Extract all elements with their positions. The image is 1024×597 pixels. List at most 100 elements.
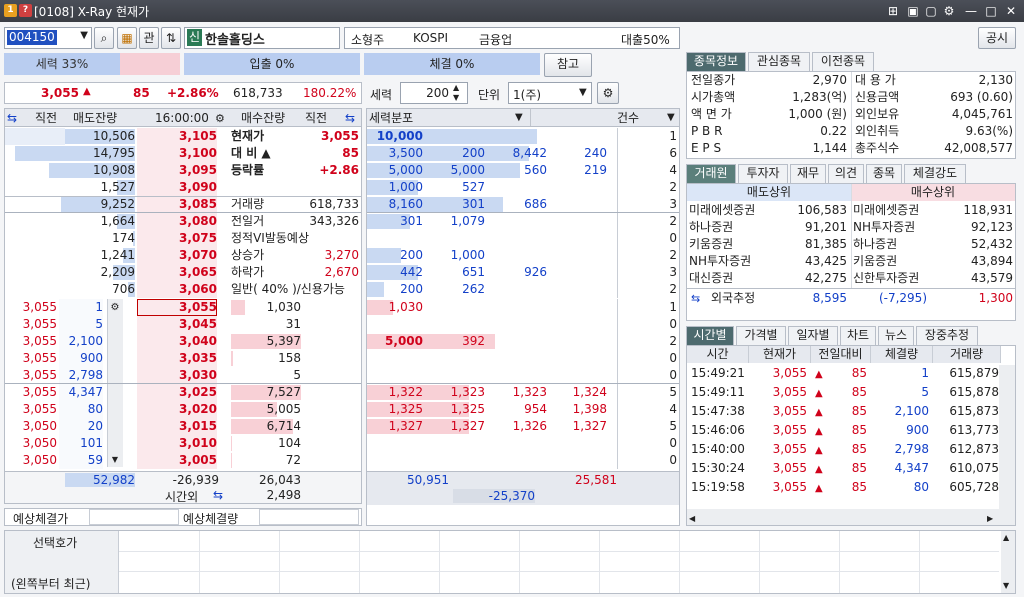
- ask-price[interactable]: 3,095: [137, 162, 217, 179]
- ask-price[interactable]: 3,100: [137, 145, 217, 162]
- change-value: 85: [133, 86, 150, 100]
- tab-1[interactable]: 투자자: [738, 164, 788, 183]
- save-icon[interactable]: ▣: [904, 2, 922, 20]
- tab-0[interactable]: 종목정보: [686, 52, 746, 71]
- buy-broker[interactable]: 하나증권: [853, 236, 937, 253]
- ask-price[interactable]: 3,090: [137, 179, 217, 196]
- gear-icon[interactable]: ⚙: [107, 299, 123, 316]
- maximize-icon[interactable]: □: [982, 2, 1000, 20]
- ask-price[interactable]: 3,080: [137, 213, 217, 230]
- tab-0[interactable]: 시간별: [686, 326, 734, 345]
- capture-icon[interactable]: ▢: [922, 2, 940, 20]
- minimize-icon[interactable]: —: [962, 2, 980, 20]
- ask-price[interactable]: 3,085: [137, 196, 217, 213]
- sell-broker[interactable]: 대신증권: [689, 270, 769, 287]
- buy-broker-volume: 92,123: [971, 220, 1013, 234]
- sell-broker[interactable]: 키움증권: [689, 236, 769, 253]
- up-icon[interactable]: ▲: [453, 83, 459, 92]
- stock-name: 한솔홀딩스: [205, 33, 265, 48]
- buy-broker[interactable]: NH투자증권: [853, 219, 937, 236]
- swap-icon-3[interactable]: ⇆: [213, 488, 223, 502]
- bid-price[interactable]: 3,020: [137, 401, 217, 418]
- link-icon[interactable]: ⊞: [884, 2, 902, 20]
- scroll-down-icon[interactable]: ▼: [107, 451, 123, 468]
- up-arrow-icon: ▲: [815, 483, 823, 494]
- power-stepper[interactable]: 200 ▲ ▼: [400, 82, 468, 104]
- bid-price[interactable]: 3,040: [137, 333, 217, 350]
- bid-price[interactable]: 3,030: [137, 367, 217, 384]
- ask-price[interactable]: 3,070: [137, 247, 217, 264]
- ask-price[interactable]: 3,105: [137, 128, 217, 145]
- swap-icon[interactable]: ⇆: [691, 290, 700, 307]
- ask-price[interactable]: 3,065: [137, 264, 217, 281]
- close-icon[interactable]: ✕: [1002, 2, 1020, 20]
- scroll-right-icon[interactable]: ▶: [987, 510, 993, 527]
- calendar-icon[interactable]: ▦: [117, 27, 137, 49]
- buy-broker[interactable]: 키움증권: [853, 253, 937, 270]
- bid-price[interactable]: 3,005: [137, 452, 217, 469]
- gear-icon[interactable]: ⚙: [215, 110, 225, 128]
- settings-icon[interactable]: ⚙: [940, 2, 958, 20]
- sell-broker[interactable]: NH투자증권: [689, 253, 769, 270]
- search-icon[interactable]: ⌕: [94, 27, 114, 49]
- chevron-down-icon[interactable]: ▼: [515, 109, 523, 127]
- chevron-down-icon[interactable]: ▼: [80, 30, 88, 41]
- volume: 618,733: [233, 86, 283, 100]
- reference-button[interactable]: 참고: [544, 53, 592, 77]
- help-icon[interactable]: ?: [19, 4, 32, 17]
- scroll-left-icon[interactable]: ◀: [689, 510, 695, 527]
- time-header: 전일대비: [811, 346, 871, 363]
- sell-broker[interactable]: 미래에셋증권: [689, 202, 769, 219]
- tab-1[interactable]: 관심종목: [748, 52, 810, 71]
- settings-button[interactable]: ⚙: [597, 82, 619, 104]
- ask-remaining: 706: [112, 282, 135, 296]
- tab-2[interactable]: 이전종목: [812, 52, 874, 71]
- scroll-down-icon[interactable]: ▼: [1003, 581, 1009, 590]
- expected-row: 예상체결가 예상체결량: [4, 508, 362, 526]
- stock-code-value: 004150: [7, 30, 57, 45]
- down-icon[interactable]: ▼: [453, 93, 459, 102]
- up-arrow-icon: ▲: [815, 464, 823, 475]
- tab-3[interactable]: 차트: [840, 326, 876, 345]
- tab-5[interactable]: 장중추정: [916, 326, 978, 345]
- scroll-up-icon[interactable]: ▲: [1003, 533, 1009, 542]
- stock-code-input[interactable]: 004150 ▼: [4, 27, 92, 49]
- tab-2[interactable]: 일자별: [788, 326, 838, 345]
- kan-button[interactable]: 관: [139, 27, 159, 49]
- tab-4[interactable]: 종목: [866, 164, 902, 183]
- sell-broker[interactable]: 하나증권: [689, 219, 769, 236]
- tab-0[interactable]: 거래원: [686, 164, 736, 183]
- dist-count: 0: [617, 316, 677, 333]
- bid-price[interactable]: 3,010: [137, 435, 217, 452]
- tab-3[interactable]: 의견: [828, 164, 864, 183]
- tab-2[interactable]: 재무: [790, 164, 826, 183]
- up-down-icon[interactable]: ⇅: [161, 27, 181, 49]
- tab-1[interactable]: 가격별: [736, 326, 786, 345]
- ask-price[interactable]: 3,060: [137, 281, 217, 298]
- bid-price[interactable]: 3,035: [137, 350, 217, 367]
- chevron-down-icon[interactable]: ▼: [667, 109, 675, 127]
- bid-price[interactable]: 3,025: [137, 384, 217, 401]
- bid-price[interactable]: 3,015: [137, 418, 217, 435]
- dist-bid-area: 1,030 1 0 5,000 392 2 0 0 1,322 1,323 1,323 1,324 5 1…: [367, 299, 679, 469]
- bid-prev-price: 3,055: [22, 317, 57, 331]
- scrollbar[interactable]: ▲ ▼: [1001, 531, 1015, 593]
- ask-price[interactable]: 3,075: [137, 230, 217, 247]
- swap-icon-2[interactable]: ⇆: [345, 109, 355, 127]
- tab-4[interactable]: 뉴스: [878, 326, 914, 345]
- window-number-badge[interactable]: 1: [4, 4, 17, 17]
- notice-button[interactable]: 공시: [978, 27, 1016, 49]
- dist-value: 3,500: [388, 146, 423, 160]
- tab-5[interactable]: 체결강도: [904, 164, 966, 183]
- buy-broker[interactable]: 신한투자증권: [853, 270, 937, 287]
- vertical-scrollbar[interactable]: [999, 365, 1015, 509]
- unit-select[interactable]: 1(주) ▼: [508, 82, 592, 104]
- buy-broker[interactable]: 미래에셋증권: [853, 202, 937, 219]
- bid-remaining: 5,005: [266, 402, 301, 416]
- bid-price[interactable]: 3,045: [137, 316, 217, 333]
- horizontal-scrollbar[interactable]: [687, 509, 1015, 525]
- swap-icon[interactable]: ⇆: [7, 109, 17, 127]
- bid-prev-qty: 4,347: [59, 384, 103, 401]
- chevron-down-icon[interactable]: ▼: [579, 87, 587, 98]
- bid-prev-qty: 59: [59, 452, 103, 469]
